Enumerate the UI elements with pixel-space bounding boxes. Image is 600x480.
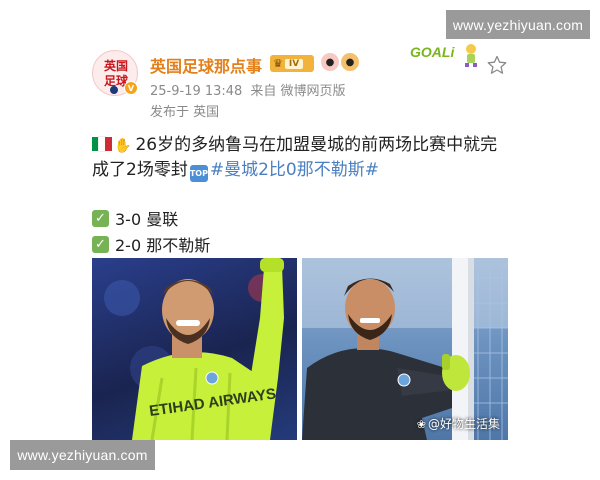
- post-source: 来自 微博网页版: [250, 84, 346, 99]
- check-mark-icon: ✓: [92, 235, 109, 253]
- post-text-content: 26岁的多纳鲁马在加盟曼城的前两场比赛中就完: [135, 135, 498, 155]
- level-badge[interactable]: ♛ IV: [270, 55, 314, 72]
- result-text: 3-0 曼联: [115, 210, 179, 229]
- result-item: ✓ 3-0 曼联: [92, 206, 178, 230]
- post-photo-2[interactable]: ❀ @好物生活集: [302, 258, 508, 440]
- post-datetime[interactable]: 25-9-19 13:48: [150, 84, 242, 99]
- star-outline-icon[interactable]: [487, 55, 507, 75]
- result-text: 2-0 那不勒斯: [115, 236, 211, 255]
- italy-flag-icon: [92, 136, 112, 152]
- post-photo-1[interactable]: ETIHAD AIRWAYS: [92, 258, 297, 440]
- post-text-line2: 成了2场零封 TOP #曼城2比0那不勒斯#: [92, 155, 379, 182]
- gloves-icon: ✋: [114, 138, 132, 154]
- hashtag-link[interactable]: #曼城2比0那不勒斯#: [210, 160, 379, 180]
- goal-card-decoration: GOALi: [410, 42, 488, 70]
- post-location: 发布于 英国: [150, 105, 220, 120]
- top-arrow-icon: TOP: [189, 165, 208, 182]
- author-name[interactable]: 英国足球那点事: [150, 53, 262, 77]
- avatar-ball-icon: [110, 86, 118, 94]
- level-label: IV: [284, 58, 304, 69]
- check-mark-icon: ✓: [92, 209, 109, 227]
- crown-icon: ♛: [273, 57, 283, 70]
- post-meta: 25-9-19 13:48 来自 微博网页版: [150, 80, 353, 99]
- goalkeeper-goalpost-image: [302, 258, 508, 440]
- watermark-top: www.yezhiyuan.com: [446, 10, 590, 39]
- goalkeeper-celebration-image: ETIHAD AIRWAYS: [104, 258, 284, 440]
- goal-badge-text: GOALi: [410, 44, 455, 60]
- verified-badge-icon: V: [124, 81, 138, 95]
- photo-caption-text: @好物生活集: [427, 417, 500, 431]
- watermark-bottom: www.yezhiyuan.com: [10, 440, 155, 470]
- mascot-icon: [465, 44, 477, 67]
- post-text-line1: ✋ 26岁的多纳鲁马在加盟曼城的前两场比赛中就完: [92, 130, 497, 155]
- post-text-continued: 成了2场零封: [92, 160, 188, 180]
- fan-badge-icon[interactable]: ●: [321, 53, 339, 71]
- photo-caption: ❀ @好物生活集: [417, 415, 500, 432]
- result-item: ✓ 2-0 那不勒斯: [92, 232, 210, 256]
- paw-icon: ❀: [416, 418, 426, 431]
- fan-badge-icon-2[interactable]: ●: [341, 53, 359, 71]
